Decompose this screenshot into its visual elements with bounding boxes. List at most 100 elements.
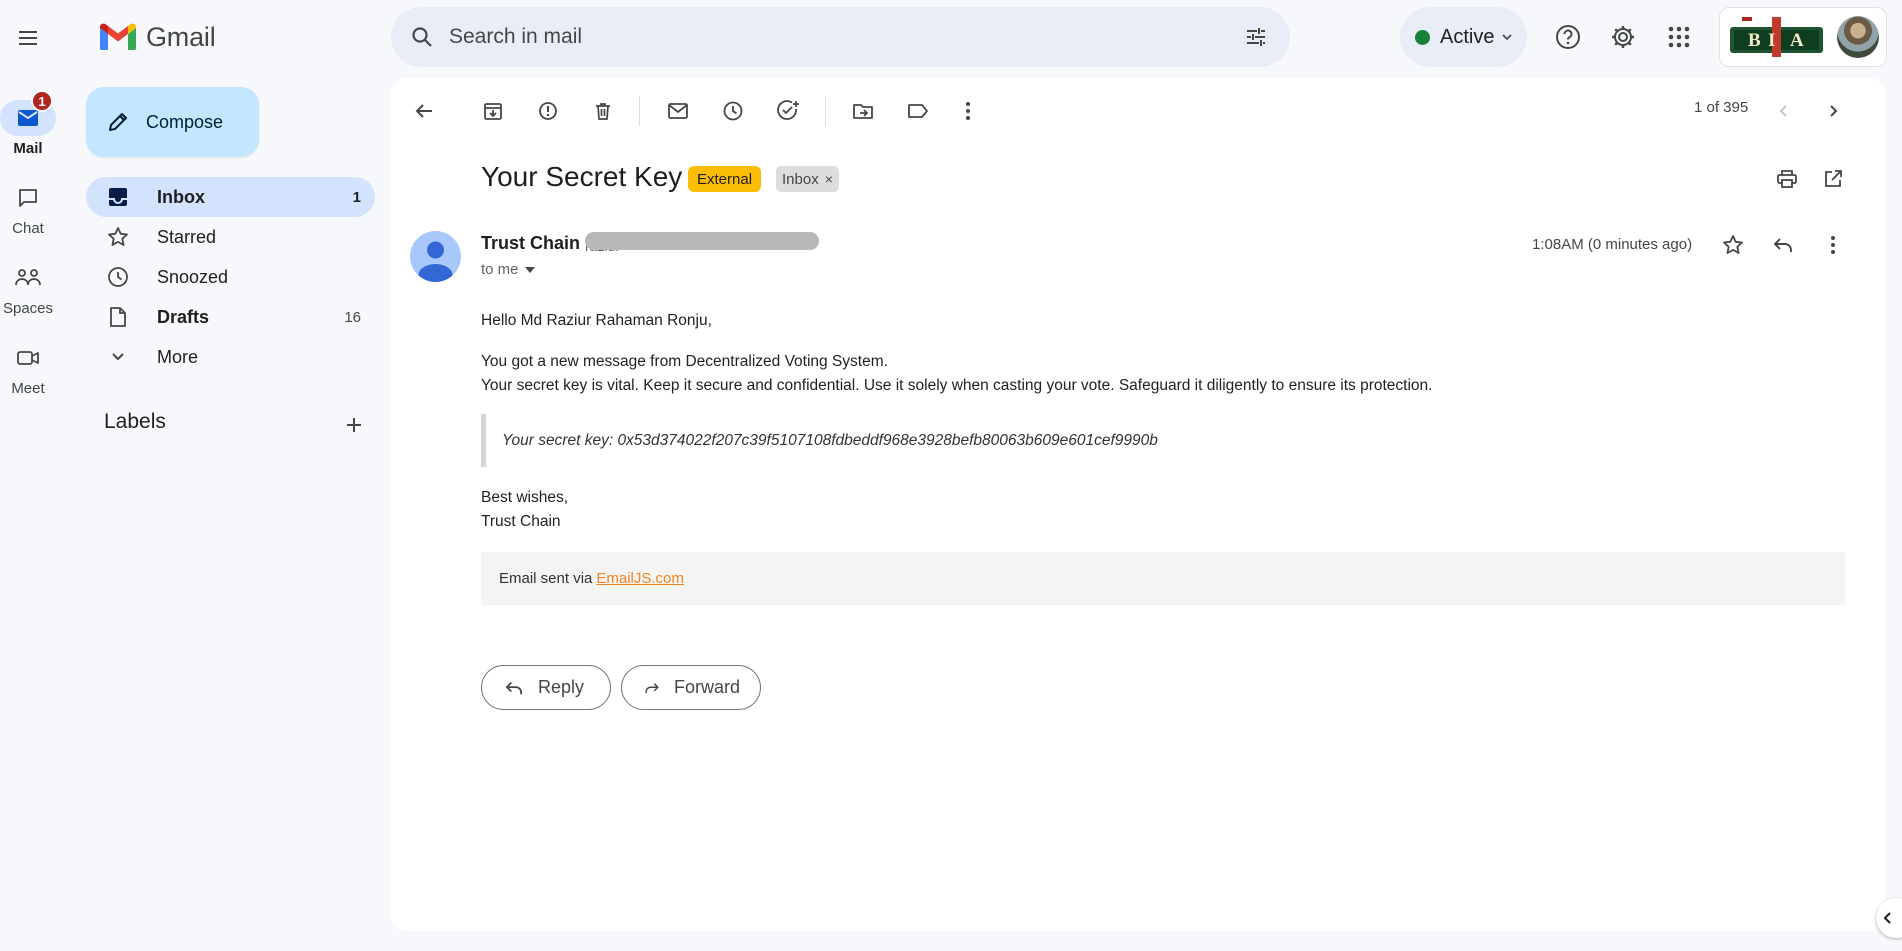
- pencil-icon: [109, 113, 127, 131]
- chevron-down-icon: [1502, 34, 1513, 41]
- search-icon[interactable]: [407, 22, 437, 52]
- apps-button[interactable]: [1657, 15, 1701, 59]
- nav-item-starred[interactable]: Starred: [86, 217, 375, 257]
- nav-label-more: More: [157, 346, 199, 367]
- reply-icon: [1773, 238, 1792, 252]
- chevron-right-icon: [1830, 105, 1838, 117]
- snooze-button[interactable]: [713, 91, 753, 131]
- message-more-button[interactable]: [1813, 225, 1853, 265]
- help-button[interactable]: [1546, 15, 1590, 59]
- compose-button[interactable]: Compose: [86, 87, 259, 157]
- inbox-label-text: Inbox: [782, 170, 819, 188]
- svg-text:B: B: [1748, 30, 1761, 51]
- archive-icon: [484, 103, 502, 120]
- reply-label: Reply: [538, 677, 585, 697]
- search-input[interactable]: Search in mail: [449, 25, 1236, 49]
- search-options-icon[interactable]: [1236, 17, 1276, 57]
- add-to-tasks-button[interactable]: [768, 91, 808, 131]
- message-subject: Your Secret Key: [481, 161, 683, 192]
- open-in-new-icon: [1825, 170, 1842, 187]
- apps-grid-icon: [1668, 26, 1690, 48]
- remove-label-button[interactable]: ×: [825, 171, 833, 187]
- rail-chat[interactable]: Chat: [0, 180, 56, 237]
- body-line-1: You got a new message from Decentralized…: [481, 353, 888, 370]
- create-label-button[interactable]: [339, 410, 369, 440]
- account-switcher[interactable]: B I A: [1719, 7, 1887, 67]
- reply-icon-button[interactable]: [1763, 225, 1803, 265]
- gmail-logo[interactable]: Gmail: [98, 20, 216, 54]
- chevron-left-icon: [1779, 105, 1787, 117]
- delete-icon: [596, 103, 610, 120]
- forward-icon: [645, 682, 659, 693]
- recipient-details[interactable]: to me: [481, 261, 535, 278]
- plus-icon: [347, 418, 361, 432]
- archive-button[interactable]: [473, 91, 513, 131]
- sender-avatar[interactable]: [410, 231, 461, 282]
- labels-button[interactable]: [898, 91, 938, 131]
- rail-meet[interactable]: Meet: [0, 340, 56, 397]
- mark-unread-icon: [668, 103, 688, 119]
- search-bar[interactable]: Search in mail: [391, 7, 1290, 67]
- gmail-m-icon: [100, 23, 136, 50]
- more-actions-button[interactable]: [948, 91, 988, 131]
- report-spam-button[interactable]: [528, 91, 568, 131]
- greeting-text: Hello Md Raziur Rahaman Ronju,: [481, 312, 712, 329]
- inbox-icon: [106, 185, 130, 209]
- rail-spaces[interactable]: Spaces: [0, 260, 56, 317]
- star-button[interactable]: [1713, 225, 1753, 265]
- caret-down-icon: [524, 266, 535, 273]
- print-button[interactable]: [1767, 159, 1807, 199]
- newer-button[interactable]: [1764, 91, 1804, 131]
- chevron-left-icon: [1883, 912, 1891, 924]
- nav-item-snoozed[interactable]: Snoozed: [86, 257, 375, 297]
- nav-label-starred: Starred: [157, 226, 217, 247]
- star-icon: [1723, 235, 1743, 254]
- account-avatar[interactable]: [1837, 16, 1879, 58]
- compose-label: Compose: [146, 111, 224, 132]
- main-menu-button[interactable]: [8, 18, 48, 58]
- rail-label-mail: Mail: [13, 140, 43, 157]
- recipient-text: to me: [481, 261, 519, 278]
- more-vert-icon: [1831, 236, 1835, 254]
- label-icon: [908, 104, 928, 118]
- sender-name: Trust Chain: [481, 233, 581, 253]
- reply-button[interactable]: Reply: [481, 665, 611, 710]
- settings-button[interactable]: [1601, 15, 1645, 59]
- reply-icon: [505, 681, 522, 694]
- open-new-window-button[interactable]: [1813, 159, 1853, 199]
- status-selector[interactable]: Active: [1400, 7, 1527, 67]
- organization-logo: B I A: [1728, 15, 1825, 59]
- move-to-button[interactable]: [843, 91, 883, 131]
- toolbar-divider: [639, 96, 640, 126]
- nav-label-drafts: Drafts: [157, 306, 210, 327]
- nav-label-inbox: Inbox: [157, 186, 205, 207]
- pagination-text: 1 of 395: [1694, 99, 1749, 116]
- rail-mail[interactable]: 1 Mail: [0, 90, 56, 157]
- side-panel-toggle[interactable]: [1876, 898, 1902, 938]
- mark-unread-button[interactable]: [658, 91, 698, 131]
- back-button[interactable]: [404, 91, 444, 131]
- move-to-icon: [853, 104, 873, 119]
- inbox-label-chip: Inbox ×: [776, 166, 839, 192]
- message-time: 1:08AM (0 minutes ago): [1532, 236, 1693, 253]
- status-dot: [1415, 29, 1430, 45]
- nav-item-inbox[interactable]: Inbox 1: [86, 177, 375, 217]
- signoff-line-1: Best wishes,: [481, 489, 569, 506]
- app-name: Gmail: [146, 21, 216, 52]
- gear-icon: [1612, 26, 1634, 48]
- message-panel: [391, 78, 1886, 931]
- forward-button[interactable]: Forward: [621, 665, 761, 710]
- nav-item-drafts[interactable]: Drafts 16: [86, 297, 375, 337]
- clock-icon: [106, 265, 130, 289]
- body-line-2: Your secret key is vital. Keep it secure…: [481, 377, 1433, 394]
- svg-text:I: I: [1768, 30, 1775, 51]
- chevron-down-icon: [106, 345, 130, 369]
- help-icon: [1556, 25, 1580, 49]
- inbox-unread-count: 1: [352, 188, 361, 206]
- report-spam-icon: [539, 102, 557, 120]
- nav-item-more[interactable]: More: [86, 337, 375, 377]
- meet-icon: [17, 351, 39, 365]
- older-button[interactable]: [1813, 91, 1853, 131]
- delete-button[interactable]: [583, 91, 623, 131]
- emailjs-link[interactable]: EmailJS.com: [596, 570, 684, 587]
